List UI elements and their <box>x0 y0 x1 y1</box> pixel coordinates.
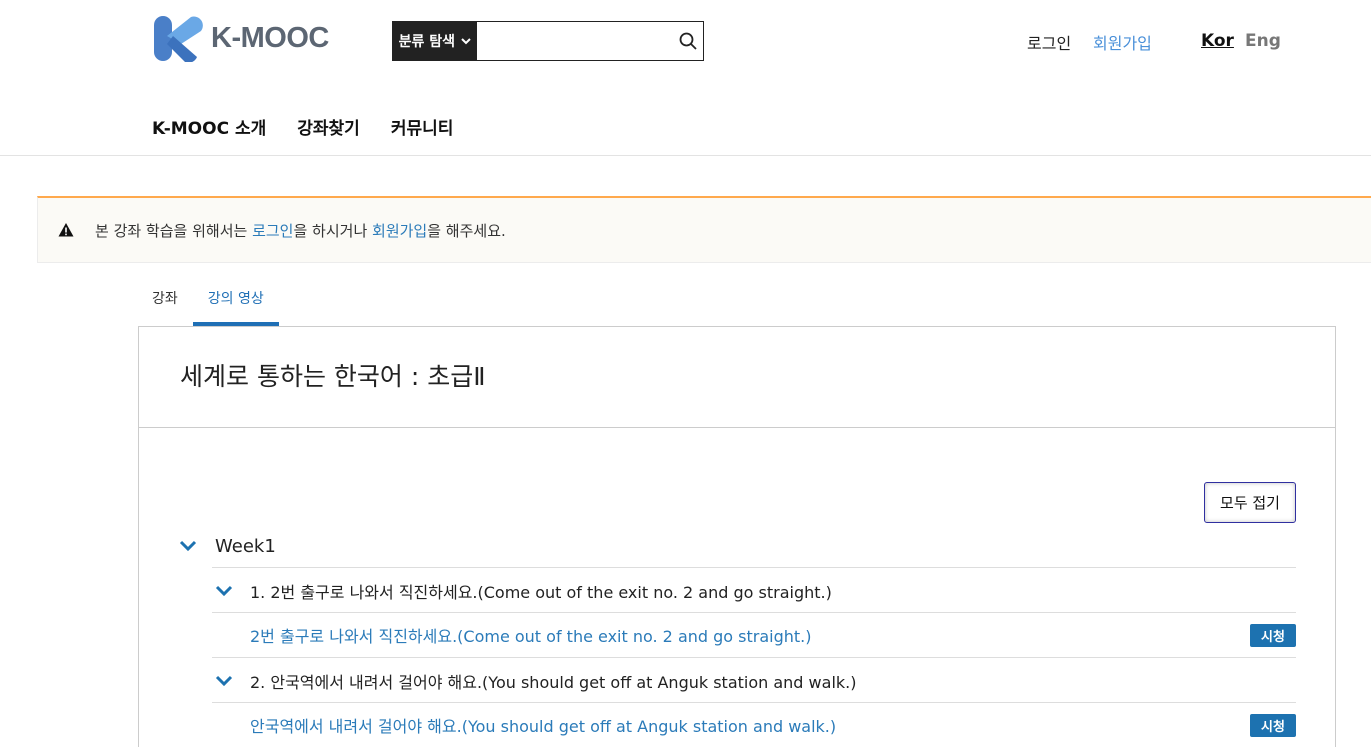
logo-text: K-MOOC <box>211 21 329 54</box>
notice-suffix: 을 해주세요. <box>427 221 506 240</box>
tab-lecture-video[interactable]: 강의 영상 <box>192 282 279 326</box>
unit-label: 2. 안국역에서 내려서 걸어야 해요.(You should get off … <box>250 673 857 692</box>
lesson-link[interactable]: 2번 출구로 나와서 직진하세요.(Come out of the exit n… <box>250 623 812 647</box>
unit-header[interactable]: 2. 안국역에서 내려서 걸어야 해요.(You should get off … <box>215 667 856 695</box>
unit-header[interactable]: 1. 2번 출구로 나와서 직진하세요.(Come out of the exi… <box>215 577 832 605</box>
header-divider <box>0 155 1371 156</box>
collapse-all-button[interactable]: 모두 접기 <box>1204 482 1296 523</box>
notice-prefix: 본 강좌 학습을 위해서는 <box>95 221 253 240</box>
notice-middle: 을 하시거나 <box>293 221 373 240</box>
course-title: 세계로 통하는 한국어 : 초급Ⅱ <box>180 362 486 391</box>
search-button[interactable] <box>674 22 703 60</box>
title-divider <box>139 427 1335 428</box>
lang-eng-link[interactable]: Eng <box>1245 31 1281 51</box>
lesson-link[interactable]: 안국역에서 내려서 걸어야 해요.(You should get off at … <box>250 713 836 737</box>
week-label: Week1 <box>215 535 276 557</box>
tab-course[interactable]: 강좌 <box>137 282 193 326</box>
category-dropdown[interactable]: 분류 탐색 <box>393 22 477 60</box>
nav-item-community[interactable]: 커뮤니티 <box>391 114 454 139</box>
lesson-row: 안국역에서 내려서 걸어야 해요.(You should get off at … <box>250 713 1296 737</box>
category-dropdown-label: 분류 탐색 <box>398 34 456 50</box>
lesson-row: 2번 출구로 나와서 직진하세요.(Come out of the exit n… <box>250 623 1296 647</box>
notice-signup-link[interactable]: 회원가입 <box>372 222 427 240</box>
warning-icon <box>58 223 74 237</box>
watch-button[interactable]: 시청 <box>1250 713 1296 737</box>
divider <box>212 657 1296 658</box>
divider <box>212 612 1296 613</box>
search-input[interactable] <box>476 22 674 60</box>
signup-link[interactable]: 회원가입 <box>1093 30 1152 54</box>
course-tabs: 강좌 강의 영상 <box>137 282 279 326</box>
chevron-down-icon <box>179 540 197 552</box>
search-bar: 분류 탐색 <box>392 21 704 61</box>
divider <box>212 567 1296 568</box>
nav-item-about[interactable]: K-MOOC 소개 <box>152 114 266 139</box>
chevron-down-icon <box>215 585 233 597</box>
week-header[interactable]: Week1 <box>179 532 276 560</box>
search-icon <box>679 32 697 50</box>
notice-login-link[interactable]: 로그인 <box>252 222 293 240</box>
divider <box>212 702 1296 703</box>
chevron-down-icon <box>461 37 471 44</box>
login-link[interactable]: 로그인 <box>1027 30 1071 54</box>
k-logo-icon <box>154 16 203 62</box>
unit-label: 1. 2번 출구로 나와서 직진하세요.(Come out of the exi… <box>250 583 832 602</box>
watch-button[interactable]: 시청 <box>1250 623 1296 647</box>
logo[interactable]: K-MOOC <box>153 14 329 62</box>
login-notice: 본 강좌 학습을 위해서는 로그인을 하시거나 회원가입을 해주세요. <box>37 196 1371 263</box>
notice-text: 본 강좌 학습을 위해서는 로그인을 하시거나 회원가입을 해주세요. <box>95 220 506 241</box>
lang-kor-link[interactable]: Kor <box>1201 31 1234 51</box>
nav-item-find-course[interactable]: 강좌찾기 <box>297 114 360 139</box>
chevron-down-icon <box>215 675 233 687</box>
main-nav: K-MOOC 소개 강좌찾기 커뮤니티 <box>152 114 453 139</box>
course-outline-panel: 세계로 통하는 한국어 : 초급Ⅱ 모두 접기 Week1 1. 2번 출구로 … <box>138 326 1336 747</box>
